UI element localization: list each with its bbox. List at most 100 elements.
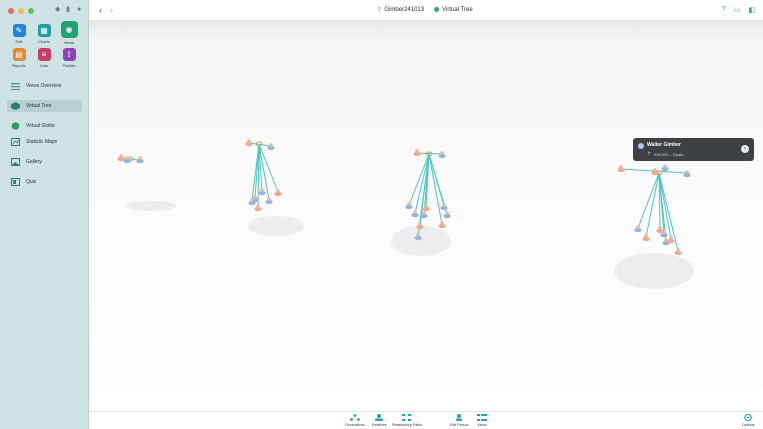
- publish-label: Publish: [62, 63, 76, 68]
- sidebar-item-label: Gallery: [26, 159, 42, 165]
- relatives-button[interactable]: Relatives: [372, 414, 387, 427]
- minimize-window-button[interactable]: [18, 8, 24, 14]
- person-node[interactable]: [413, 210, 417, 214]
- person-node[interactable]: [119, 154, 123, 158]
- person-node[interactable]: [669, 236, 673, 240]
- person-node[interactable]: [442, 203, 446, 207]
- bookmark-icon[interactable]: ▮: [66, 6, 72, 13]
- options-icon: [743, 414, 753, 421]
- edit-label: Edit: [15, 39, 23, 44]
- person-node[interactable]: [424, 204, 428, 208]
- window-icon[interactable]: ▭: [734, 6, 741, 14]
- virtual-tree-scene[interactable]: [89, 21, 763, 411]
- charts-label: Charts: [38, 39, 50, 44]
- sidebar-item-virtual-tree[interactable]: Virtual Tree: [7, 100, 82, 112]
- window-controls: [8, 8, 34, 14]
- help-icon[interactable]: ?: [722, 6, 726, 14]
- history-navigation: ‹ ›: [99, 5, 113, 15]
- person-node[interactable]: [250, 198, 254, 202]
- open-person-button[interactable]: ›: [741, 145, 749, 153]
- person-node[interactable]: [138, 156, 142, 160]
- ground-shadow: [126, 201, 176, 211]
- person-node[interactable]: [619, 165, 623, 169]
- person-node[interactable]: [644, 234, 648, 238]
- person-node[interactable]: [256, 204, 260, 208]
- person-node[interactable]: [418, 222, 422, 226]
- charts-button[interactable]: ▦ Charts: [33, 24, 55, 44]
- views-button[interactable]: ◉ Views: [58, 21, 80, 45]
- person-node[interactable]: [663, 164, 667, 168]
- person-node[interactable]: [416, 233, 420, 237]
- sidebar-item-label: Views Overview: [26, 83, 62, 89]
- ground-shadow: [391, 226, 451, 256]
- relatives-icon: [374, 414, 384, 421]
- header-actions: ? ▭ ◧: [722, 6, 755, 14]
- virtual-tree-canvas[interactable]: Walter Gimber ✝ 03/1925 – Death ›: [89, 21, 763, 411]
- relationship-line: [637, 172, 660, 229]
- sidebar-toggle-icon[interactable]: ◧: [748, 6, 755, 14]
- quiz-icon: [11, 178, 20, 186]
- person-node[interactable]: [662, 230, 666, 234]
- back-icon[interactable]: ‹: [99, 5, 102, 15]
- person-node[interactable]: [267, 197, 271, 201]
- person-node[interactable]: [276, 189, 280, 193]
- bottom-toolbar: Generations Relatives Relationship Paths…: [89, 411, 763, 429]
- sidebar-item-statistic-maps[interactable]: Statistic Maps: [7, 136, 82, 148]
- person-node[interactable]: [253, 195, 257, 199]
- person-node[interactable]: [440, 151, 444, 155]
- zoom-window-button[interactable]: [28, 8, 34, 14]
- sidebar-item-label: Virtual Tree: [26, 103, 52, 109]
- relationship-paths-label: Relationship Paths: [392, 423, 422, 427]
- close-window-button[interactable]: [8, 8, 14, 14]
- reports-label: Reports: [11, 63, 26, 68]
- views-toolbar-button[interactable]: Views: [477, 414, 487, 427]
- ground-shadow: [614, 253, 694, 289]
- person-node[interactable]: [269, 143, 273, 147]
- relationship-line: [416, 152, 442, 155]
- sidebar-top-icons: ◆ ▮ ●: [55, 6, 83, 13]
- person-node[interactable]: [636, 225, 640, 229]
- options-button[interactable]: Options: [742, 414, 754, 427]
- person-node[interactable]: [415, 149, 419, 153]
- charts-icon: ▦: [37, 24, 51, 37]
- sidebar-item-quiz[interactable]: Quiz: [7, 176, 82, 188]
- current-view-title: Virtual Tree: [442, 6, 473, 13]
- person-node[interactable]: [664, 238, 668, 242]
- generations-button[interactable]: Generations: [345, 414, 365, 427]
- pencil-icon: ✎: [12, 24, 26, 37]
- sidebar-item-virtual-globe[interactable]: Virtual Globe: [7, 120, 82, 132]
- person-node[interactable]: [658, 226, 662, 230]
- lists-button[interactable]: ≡ Lists: [33, 48, 55, 68]
- sidebar-item-views-overview[interactable]: Views Overview: [7, 80, 82, 92]
- person-node[interactable]: [676, 248, 680, 252]
- reports-icon: ▤: [12, 48, 26, 61]
- person-node[interactable]: [440, 221, 444, 225]
- edit-person-button[interactable]: Edit Person: [450, 414, 469, 427]
- people-icon[interactable]: ●: [77, 6, 83, 13]
- tree-3d-icon: [11, 102, 20, 110]
- relationship-paths-icon: [401, 414, 412, 421]
- person-dates: 03/1925 – Death: [654, 152, 684, 157]
- person-node[interactable]: [685, 170, 689, 174]
- map-icon: [11, 138, 20, 146]
- sidebar-item-gallery[interactable]: Gallery: [7, 156, 82, 168]
- forward-icon[interactable]: ›: [110, 5, 113, 15]
- publish-button[interactable]: ⇧ Publish: [58, 48, 80, 68]
- reports-button[interactable]: ▤ Reports: [8, 48, 30, 68]
- person-node[interactable]: [422, 211, 426, 215]
- person-node[interactable]: [260, 188, 264, 192]
- person-node[interactable]: [407, 202, 411, 206]
- gallery-icon: [11, 158, 20, 166]
- relationship-paths-button[interactable]: Relationship Paths: [392, 414, 422, 427]
- person-tooltip[interactable]: Walter Gimber ✝ 03/1925 – Death ›: [633, 138, 754, 161]
- view-status-icon: [434, 7, 440, 12]
- person-node[interactable]: [247, 139, 251, 143]
- person-node[interactable]: [125, 156, 129, 160]
- lists-icon: ≡: [37, 48, 51, 61]
- person-node[interactable]: [445, 211, 449, 215]
- tag-icon[interactable]: ◆: [55, 6, 61, 13]
- edit-button[interactable]: ✎ Edit: [8, 24, 30, 44]
- list-icon: [11, 82, 20, 90]
- person-node[interactable]: [653, 168, 657, 172]
- family-file-title[interactable]: Gimber241013: [384, 7, 424, 13]
